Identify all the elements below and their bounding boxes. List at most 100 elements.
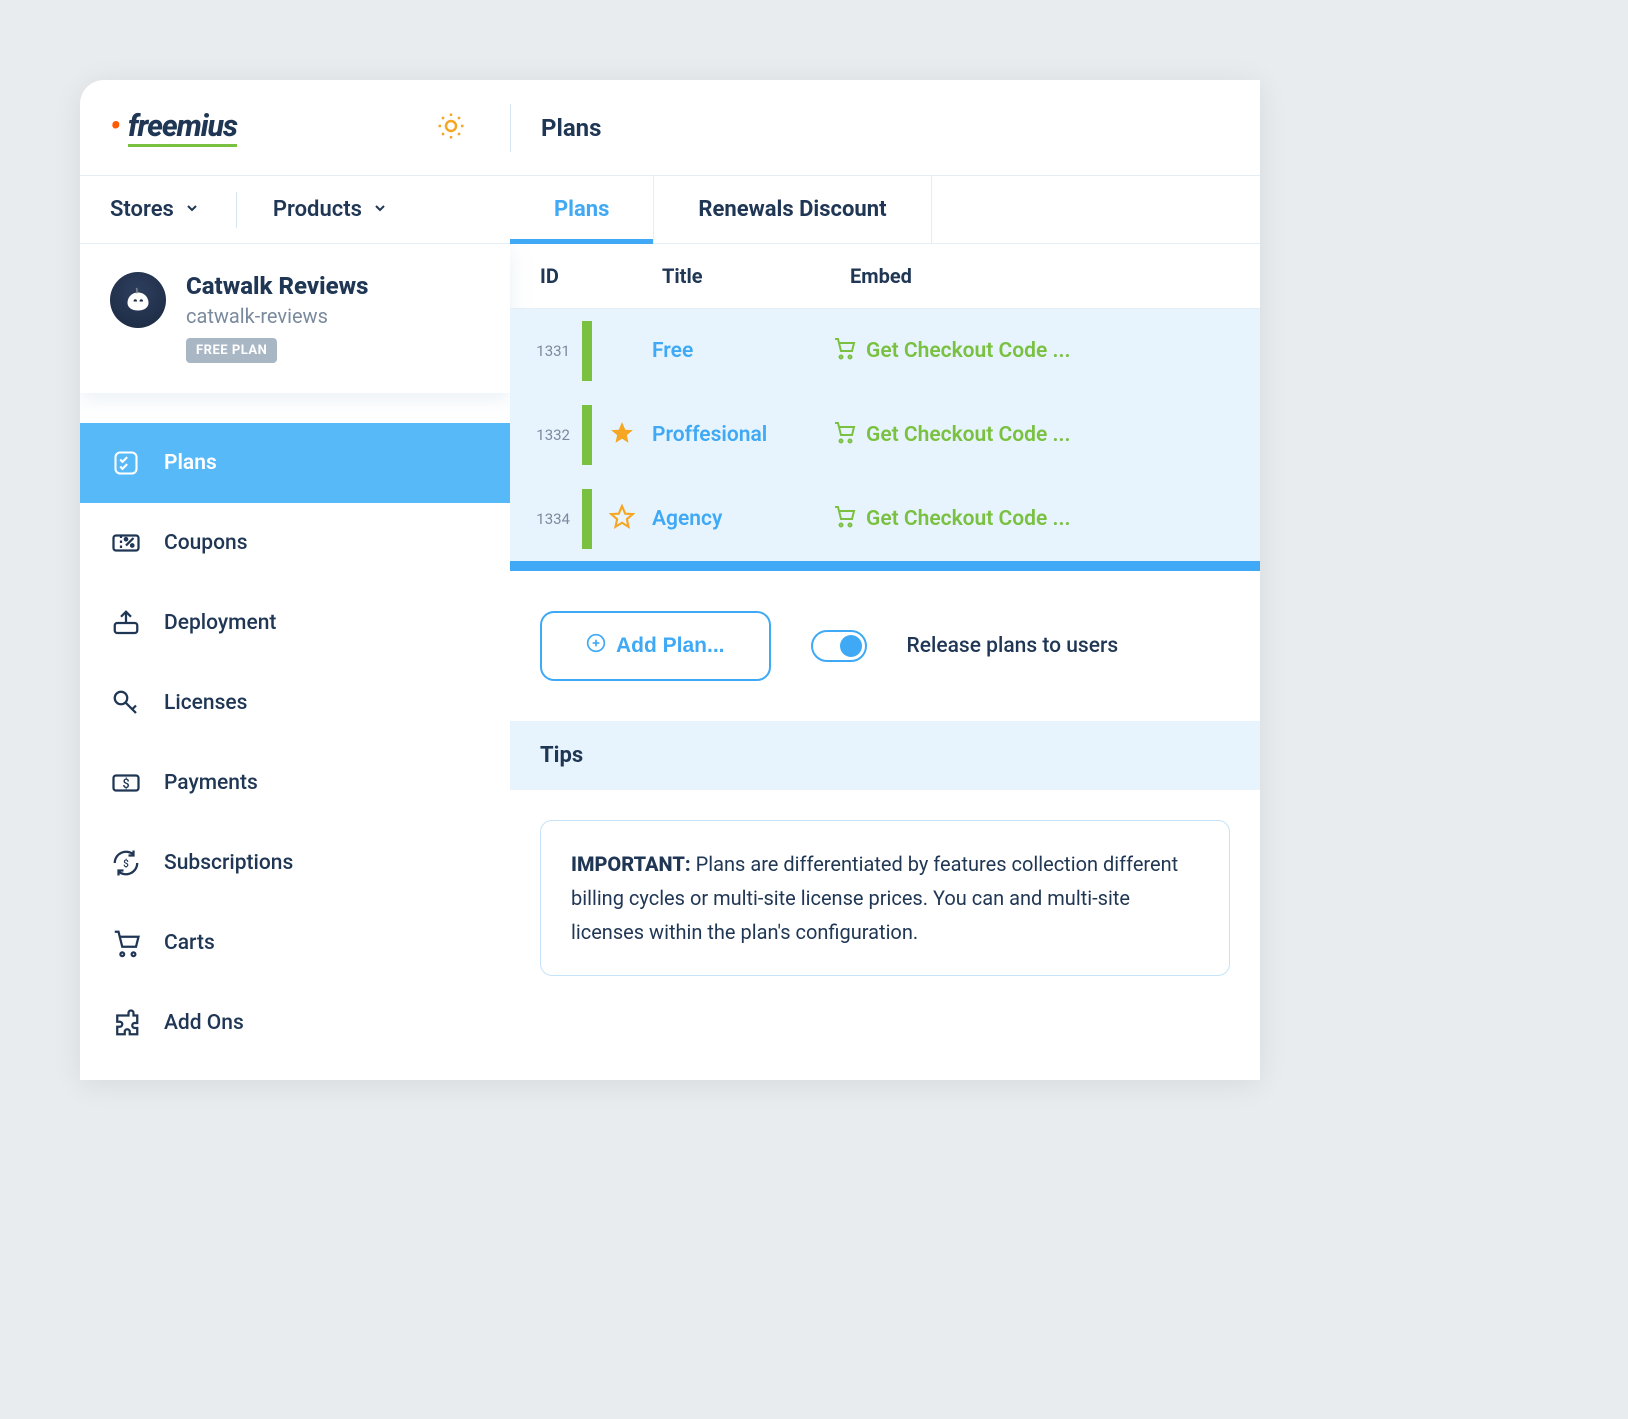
release-toggle[interactable] bbox=[811, 630, 867, 662]
toggle-knob bbox=[840, 635, 862, 657]
cell-embed[interactable]: Get Checkout Code ... bbox=[832, 420, 1250, 450]
sidebar: Catwalk Reviews catwalk-reviews FREE PLA… bbox=[80, 244, 510, 1080]
sidebar-item-label: Payments bbox=[164, 771, 258, 795]
sidebar-item-label: Add Ons bbox=[164, 1011, 244, 1035]
tips-body: IMPORTANT: Plans are differentiated by f… bbox=[510, 790, 1260, 1006]
cell-embed[interactable]: Get Checkout Code ... bbox=[832, 336, 1250, 366]
nav-row: Stores Products Plans Renewals Discount bbox=[80, 176, 1260, 244]
star-outline-icon bbox=[609, 504, 635, 534]
cell-id: 1334 bbox=[520, 510, 582, 528]
ticket-icon bbox=[110, 527, 142, 559]
product-card: Catwalk Reviews catwalk-reviews FREE PLA… bbox=[80, 244, 510, 393]
logo[interactable]: freemius bbox=[110, 109, 436, 147]
plan-badge: FREE PLAN bbox=[186, 338, 277, 363]
product-title: Catwalk Reviews bbox=[186, 272, 368, 300]
tips-heading: Tips bbox=[510, 721, 1260, 790]
products-dropdown[interactable]: Products bbox=[273, 197, 388, 222]
col-header-embed: Embed bbox=[850, 264, 1230, 288]
cell-id: 1331 bbox=[520, 342, 582, 360]
col-header-id: ID bbox=[540, 264, 650, 288]
refresh-dollar-icon: $ bbox=[110, 847, 142, 879]
product-avatar bbox=[110, 272, 166, 328]
status-bar bbox=[582, 489, 592, 549]
sidebar-item-carts[interactable]: Carts bbox=[80, 903, 510, 983]
sidebar-item-label: Subscriptions bbox=[164, 851, 293, 875]
embed-label: Get Checkout Code ... bbox=[866, 339, 1070, 363]
svg-text:$: $ bbox=[123, 857, 129, 870]
divider bbox=[510, 104, 511, 152]
embed-label: Get Checkout Code ... bbox=[866, 507, 1070, 531]
sidebar-item-label: Coupons bbox=[164, 531, 248, 555]
table-row[interactable]: 1334 Agency Get Checkout Code ... bbox=[510, 477, 1260, 561]
table-row[interactable]: 1332 Proffesional Get Checkout Code ... bbox=[510, 393, 1260, 477]
table-row[interactable]: 1331 Free Get Checkout Code ... bbox=[510, 309, 1260, 393]
cell-embed[interactable]: Get Checkout Code ... bbox=[832, 504, 1250, 534]
stores-label: Stores bbox=[110, 197, 174, 222]
sidebar-item-addons[interactable]: Add Ons bbox=[80, 983, 510, 1063]
table-body: 1331 Free Get Checkout Code ... 1332 bbox=[510, 309, 1260, 561]
cell-title[interactable]: Proffesional bbox=[652, 423, 832, 447]
puzzle-icon bbox=[110, 1007, 142, 1039]
cash-icon: $ bbox=[110, 767, 142, 799]
logo-area: freemius bbox=[80, 109, 510, 147]
add-plan-label: Add Plan... bbox=[616, 634, 725, 658]
add-plan-button[interactable]: Add Plan... bbox=[540, 611, 771, 681]
sidebar-item-label: Carts bbox=[164, 931, 215, 955]
scrollbar[interactable] bbox=[510, 561, 1260, 571]
cell-title[interactable]: Agency bbox=[652, 507, 832, 531]
top-bar: freemius Plans bbox=[80, 80, 1260, 176]
cart-icon bbox=[110, 927, 142, 959]
sidebar-item-deployment[interactable]: Deployment bbox=[80, 583, 510, 663]
tip-box: IMPORTANT: Plans are differentiated by f… bbox=[540, 820, 1230, 976]
sidebar-item-label: Plans bbox=[164, 451, 217, 475]
divider bbox=[236, 192, 237, 228]
sidebar-item-plans[interactable]: Plans bbox=[80, 423, 510, 503]
upload-box-icon bbox=[110, 607, 142, 639]
product-info: Catwalk Reviews catwalk-reviews FREE PLA… bbox=[186, 272, 368, 363]
embed-label: Get Checkout Code ... bbox=[866, 423, 1070, 447]
main-content: ID Title Embed 1331 Free Get Checkout Co… bbox=[510, 244, 1260, 1080]
stores-dropdown[interactable]: Stores bbox=[110, 197, 200, 222]
star-filled-icon bbox=[609, 420, 635, 450]
cell-featured[interactable] bbox=[592, 420, 652, 450]
tabs: Plans Renewals Discount bbox=[510, 176, 1260, 243]
sidebar-menu: Plans Coupons Deployment bbox=[80, 423, 510, 1080]
nav-left: Stores Products bbox=[80, 176, 510, 243]
product-slug: catwalk-reviews bbox=[186, 304, 368, 328]
chevron-down-icon bbox=[372, 197, 388, 222]
sidebar-item-subscriptions[interactable]: $ Subscriptions bbox=[80, 823, 510, 903]
tab-label: Plans bbox=[554, 197, 609, 222]
body: Catwalk Reviews catwalk-reviews FREE PLA… bbox=[80, 244, 1260, 1080]
app-window: freemius Plans Stores bbox=[80, 80, 1260, 1080]
cart-icon bbox=[832, 420, 856, 450]
col-header-title: Title bbox=[650, 264, 850, 288]
actions-row: Add Plan... Release plans to users bbox=[510, 571, 1260, 721]
status-bar bbox=[582, 405, 592, 465]
tip-important-label: IMPORTANT: bbox=[571, 852, 691, 876]
cart-icon bbox=[832, 504, 856, 534]
logo-text: freemius bbox=[128, 109, 237, 147]
cart-icon bbox=[832, 336, 856, 366]
table-header: ID Title Embed bbox=[510, 244, 1260, 309]
svg-text:$: $ bbox=[122, 777, 129, 792]
sidebar-item-licenses[interactable]: Licenses bbox=[80, 663, 510, 743]
release-toggle-label: Release plans to users bbox=[907, 634, 1119, 658]
checklist-icon bbox=[110, 447, 142, 479]
chevron-down-icon bbox=[184, 197, 200, 222]
sidebar-item-coupons[interactable]: Coupons bbox=[80, 503, 510, 583]
cell-title[interactable]: Free bbox=[652, 339, 832, 363]
tab-label: Renewals Discount bbox=[698, 197, 886, 222]
products-label: Products bbox=[273, 197, 362, 222]
tab-plans[interactable]: Plans bbox=[510, 176, 654, 243]
tab-renewals-discount[interactable]: Renewals Discount bbox=[654, 176, 931, 243]
plus-circle-icon bbox=[586, 633, 606, 659]
sidebar-item-label: Licenses bbox=[164, 691, 247, 715]
cell-id: 1332 bbox=[520, 426, 582, 444]
key-icon bbox=[110, 687, 142, 719]
sun-icon[interactable] bbox=[436, 111, 466, 145]
page-title: Plans bbox=[541, 114, 601, 142]
cell-featured[interactable] bbox=[592, 504, 652, 534]
sidebar-item-label: Deployment bbox=[164, 611, 276, 635]
status-bar bbox=[582, 321, 592, 381]
sidebar-item-payments[interactable]: $ Payments bbox=[80, 743, 510, 823]
